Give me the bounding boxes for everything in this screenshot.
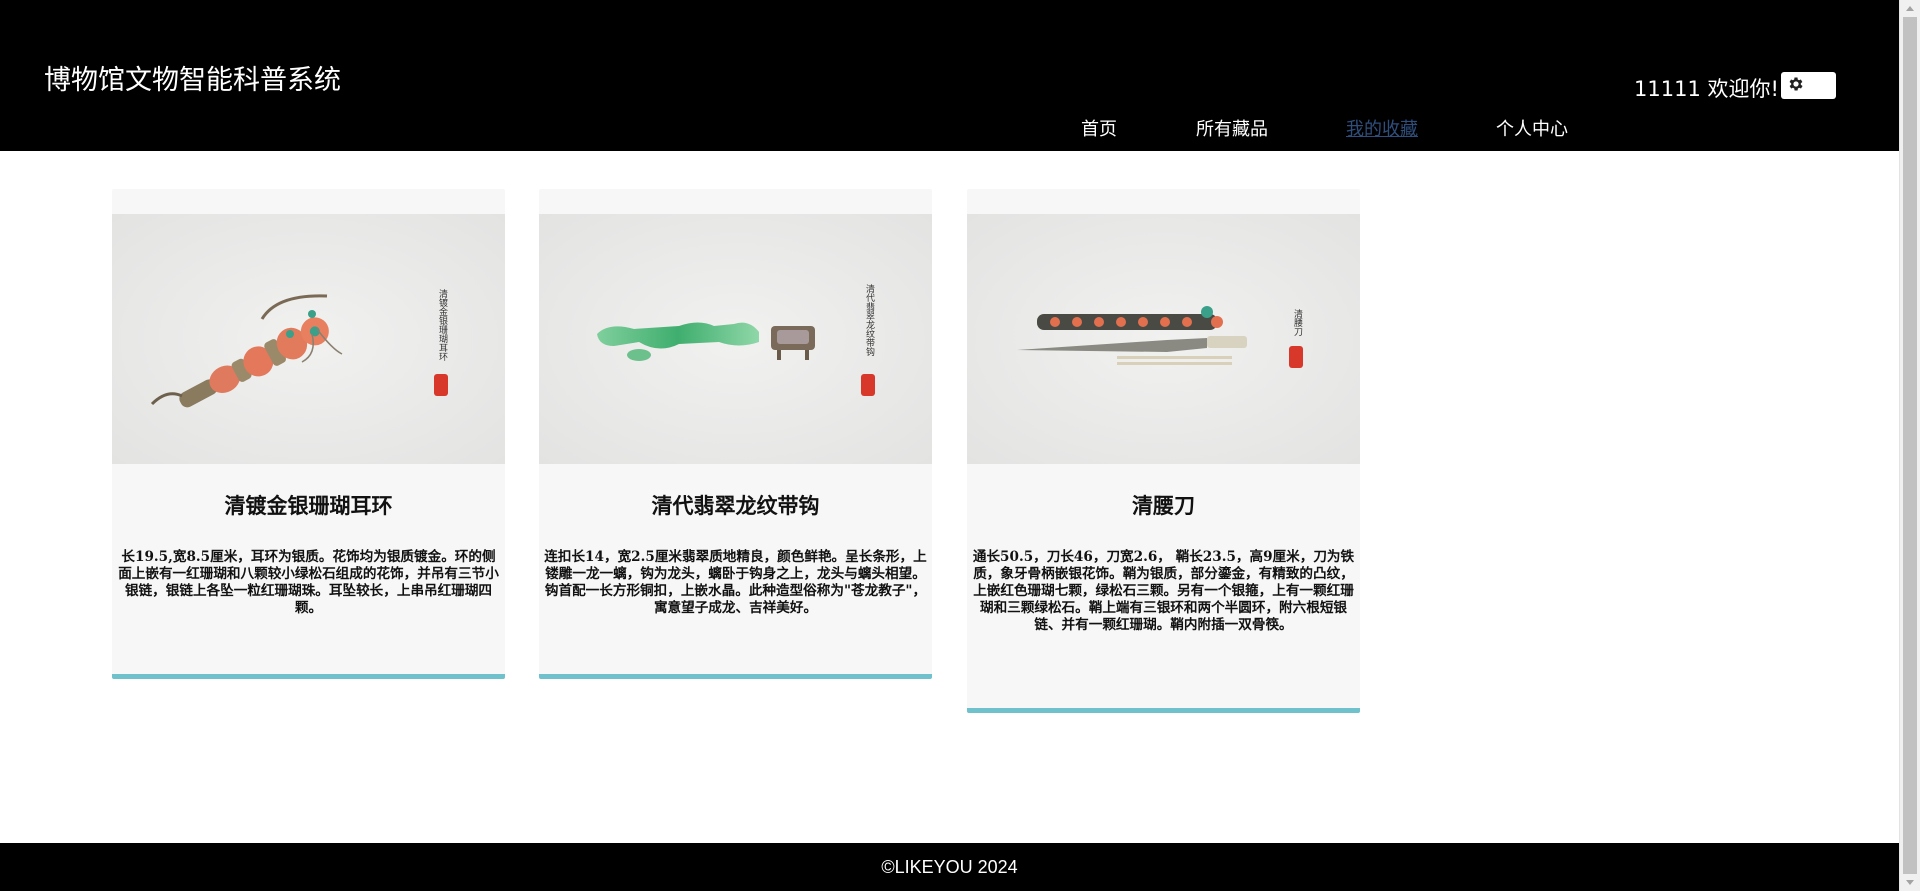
image-caption: 清代翡翠龙纹带钩	[864, 283, 875, 357]
collection-title[interactable]: 清腰刀	[967, 490, 1360, 520]
scroll-down-arrow-icon[interactable]	[1900, 874, 1920, 891]
collection-image[interactable]: 清代翡翠龙纹带钩	[539, 214, 932, 464]
collection-description: 通长50.5，刀长46，刀宽2.6， 鞘长23.5，高9厘米，刀为铁质，象牙骨柄…	[972, 549, 1355, 633]
site-header: 博物馆文物智能科普系统 11111 欢迎你! 首页 所有藏品 我的收藏 个人中心	[0, 0, 1899, 151]
site-title: 博物馆文物智能科普系统	[44, 65, 341, 96]
image-caption: 清镀金银珊瑚耳环	[437, 288, 448, 362]
gear-icon	[1789, 77, 1803, 91]
site-footer: ©LIKEYOU 2024	[0, 843, 1899, 891]
footer-copyright: ©LIKEYOU 2024	[881, 857, 1018, 877]
waist-knife-image: 清腰刀	[967, 214, 1360, 464]
collection-image[interactable]: 清腰刀	[967, 214, 1360, 464]
collection-description: 连扣长14，宽2.5厘米翡翠质地精良，颜色鲜艳。呈长条形，上镂雕一龙一螭，钩为龙…	[544, 549, 927, 616]
scrollbar-thumb[interactable]	[1903, 17, 1917, 874]
nav-all-collections[interactable]: 所有藏品	[1196, 115, 1268, 141]
collection-card[interactable]: 清腰刀 清腰刀 通长50.5，刀长46，刀宽2.6， 鞘长23.5，高9厘米，刀…	[967, 189, 1360, 713]
collection-card[interactable]: 清代翡翠龙纹带钩 清代翡翠龙纹带钩 连扣长14，宽2.5厘米翡翠质地精良，颜色鲜…	[539, 189, 932, 679]
collection-title[interactable]: 清镀金银珊瑚耳环	[112, 490, 505, 520]
collection-title[interactable]: 清代翡翠龙纹带钩	[539, 490, 932, 520]
welcome-text: 11111 欢迎你!	[1634, 77, 1779, 101]
nav-my-favorites[interactable]: 我的收藏	[1346, 115, 1418, 141]
jade-belt-hook-image: 清代翡翠龙纹带钩	[539, 214, 932, 464]
nav-personal-center[interactable]: 个人中心	[1496, 115, 1568, 141]
earring-image: 清镀金银珊瑚耳环	[112, 214, 505, 464]
vertical-scrollbar[interactable]	[1899, 0, 1920, 891]
collection-image[interactable]: 清镀金银珊瑚耳环	[112, 214, 505, 464]
collection-description: 长19.5,宽8.5厘米，耳环为银质。花饰均为银质镀金。环的侧面上嵌有一红珊瑚和…	[118, 549, 499, 616]
image-caption: 清腰刀	[1292, 308, 1303, 337]
scroll-up-arrow-icon[interactable]	[1900, 0, 1920, 17]
collection-card[interactable]: 清镀金银珊瑚耳环 清镀金银珊瑚耳环 长19.5,宽8.5厘米，耳环为银质。花饰均…	[112, 189, 505, 679]
nav-home[interactable]: 首页	[1081, 115, 1117, 141]
settings-button[interactable]	[1781, 72, 1836, 99]
